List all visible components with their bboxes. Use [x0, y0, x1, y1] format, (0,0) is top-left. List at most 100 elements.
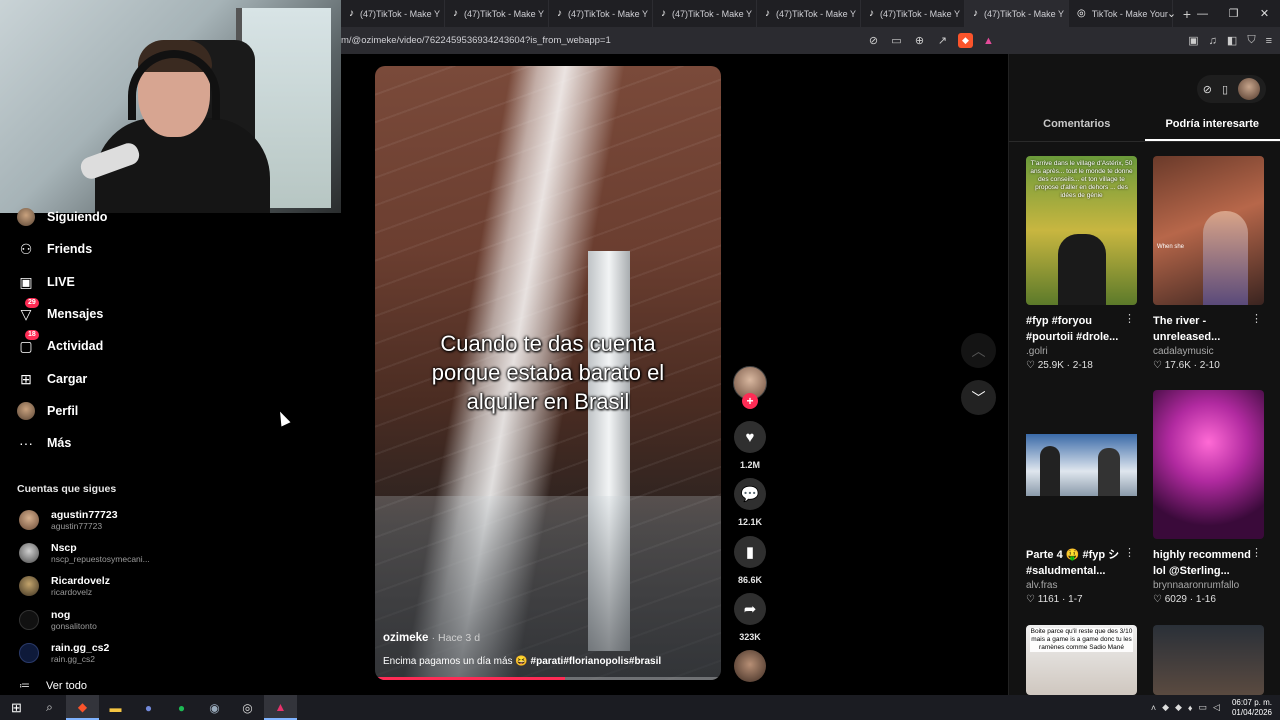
sidebar-icon[interactable]: ▣ — [1188, 34, 1198, 47]
chevron-up-icon[interactable]: ˄ — [1151, 703, 1156, 713]
sidebar-item-messages[interactable]: ▽ 29 Mensajes — [17, 298, 103, 325]
close-icon[interactable]: ✕ — [1249, 0, 1280, 27]
tray-app-icon[interactable]: ◆ — [1175, 702, 1182, 713]
search-icon[interactable]: ⌕ — [33, 695, 66, 720]
video-thumbnail[interactable]: Boite parce qu'il reste que des 3/10 mai… — [1026, 625, 1137, 695]
spotify-icon[interactable]: ● — [165, 695, 198, 720]
sidebar-item-profile[interactable]: Perfil — [17, 400, 78, 422]
clock[interactable]: 06:07 p. m. 01/04/2026 — [1232, 698, 1272, 718]
see-all-link[interactable]: ≔ Ver todo — [19, 679, 87, 693]
video-thumbnail[interactable] — [1026, 390, 1137, 539]
video-thumbnail[interactable] — [1153, 390, 1264, 539]
video-thumbnail[interactable] — [1153, 625, 1264, 695]
right-panel: ⊘ ▯ Comentarios Podría interesarte T'arr… — [1008, 54, 1280, 695]
recommended-video-card[interactable]: T'arrive dans le village d'Astérix, 50 a… — [1026, 156, 1137, 371]
phone-icon[interactable]: ▯ — [1222, 83, 1228, 96]
windows-taskbar: ⊞ ⌕ ◆ ▬ ● ● ◉ ◎ ▲ ˄ ◆ ◆ ♦ ▭ ◁ 06:07 p. m… — [0, 695, 1280, 720]
followed-account[interactable]: rain.gg_cs2 rain.gg_cs2 — [19, 638, 159, 668]
browser-tab[interactable]: ♪ (47)TikTok - Make Y — [549, 0, 653, 27]
tiktok-icon: ♪ — [765, 8, 770, 19]
browser-tab[interactable]: ♪ (47)TikTok - Make Y — [653, 0, 757, 27]
video-thumbnail[interactable]: When she — [1153, 156, 1264, 305]
video-player[interactable]: Cuando te das cuenta porque estaba barat… — [375, 66, 721, 680]
microphone-icon[interactable]: ♦ — [1188, 703, 1193, 713]
follow-button[interactable]: + — [742, 393, 758, 409]
recommended-video-card[interactable]: ⋮ Parte 4 🤑 #fyp シ #saludmental... alv.f… — [1026, 390, 1137, 605]
more-options-icon[interactable]: ⋮ — [1124, 546, 1135, 559]
sound-avatar[interactable] — [734, 650, 766, 682]
chevron-down-icon[interactable]: ⌄ — [1156, 0, 1187, 27]
tab-recommended[interactable]: Podría interesarte — [1144, 112, 1280, 141]
video-progress-fill — [375, 677, 566, 680]
followed-account[interactable]: agustin77723 agustin77723 — [19, 505, 159, 535]
live-icon: ▣ — [19, 273, 33, 290]
app-icon[interactable]: ▲ — [264, 695, 297, 720]
avatar — [19, 643, 39, 663]
sidebar-item-live[interactable]: ▣ LIVE — [17, 271, 74, 293]
screen-icon[interactable]: ▭ — [889, 33, 904, 48]
url-field[interactable]: m/@ozimeke/video/7622459536934243604?is_… — [341, 35, 841, 46]
comment-button[interactable]: 💬 — [734, 478, 766, 510]
recommended-video-card[interactable]: When she ⋮ The river - unreleased... cad… — [1153, 156, 1264, 371]
minimize-icon[interactable]: — — [1187, 0, 1218, 27]
tiktok-icon: ♪ — [973, 8, 978, 19]
more-icon: ··· — [19, 435, 33, 451]
obs-icon[interactable]: ◎ — [231, 695, 264, 720]
panel-icon[interactable]: ◧ — [1227, 34, 1237, 47]
brave-shield-icon[interactable]: ◆ — [958, 33, 973, 48]
browser-tab[interactable]: ♪ (47)TikTok - Make Y — [445, 0, 549, 27]
more-options-icon[interactable]: ⋮ — [1251, 312, 1262, 325]
sidebar-item-following[interactable]: Siguiendo — [17, 206, 107, 228]
brave-browser-icon[interactable]: ◆ — [66, 695, 99, 720]
translate-icon[interactable]: ⊘ — [866, 33, 881, 48]
share-arrow-icon: ➦ — [743, 601, 757, 618]
recommended-video-card[interactable]: Boite parce qu'il reste que des 3/10 mai… — [1026, 625, 1137, 695]
wallet-icon[interactable]: ⛉ — [1247, 34, 1255, 47]
next-video-button[interactable]: ﹀ — [961, 380, 996, 415]
tiktok-icon: ♪ — [557, 8, 562, 19]
followed-account[interactable]: Ricardovelz ricardovelz — [19, 571, 159, 601]
messages-badge: 29 — [25, 298, 39, 308]
video-progress-bar[interactable] — [375, 677, 721, 680]
video-thumbnail[interactable]: T'arrive dans le village d'Astérix, 50 a… — [1026, 156, 1137, 305]
browser-tab[interactable]: ♪ (47)TikTok - Make Y — [861, 0, 965, 27]
like-button[interactable]: ♥ — [734, 421, 766, 453]
windows-start-icon[interactable]: ⊞ — [0, 695, 33, 720]
zoom-icon[interactable]: ⊕ — [912, 33, 927, 48]
more-options-icon[interactable]: ⋮ — [1124, 312, 1135, 325]
brave-rewards-icon[interactable]: ▲ — [981, 33, 996, 48]
tab-comments[interactable]: Comentarios — [1009, 112, 1145, 141]
sidebar-item-upload[interactable]: ⊞ Cargar — [17, 368, 87, 390]
upload-icon: ⊞ — [20, 370, 32, 387]
more-options-icon[interactable]: ⋮ — [1251, 546, 1262, 559]
compass-icon[interactable]: ⊘ — [1203, 83, 1212, 96]
share-button[interactable]: ➦ — [734, 593, 766, 625]
network-icon[interactable]: ▭ — [1199, 702, 1208, 713]
followed-account[interactable]: nog gonsalitonto — [19, 605, 159, 635]
browser-tab[interactable]: ♪ (47)TikTok - Make Y — [757, 0, 861, 27]
previous-video-button[interactable]: ︿ — [961, 333, 996, 368]
sidebar-item-friends[interactable]: ⚇ Friends — [17, 238, 92, 260]
menu-icon[interactable]: ≡ — [1266, 35, 1272, 47]
recommended-video-card[interactable] — [1153, 625, 1264, 695]
browser-tab-active[interactable]: ♪ (47)TikTok - Make Y — [965, 0, 1069, 27]
file-explorer-icon[interactable]: ▬ — [99, 695, 132, 720]
share-icon[interactable]: ↗ — [935, 33, 950, 48]
recommended-video-card[interactable]: ⋮ highly recommend lol @Sterling... bryn… — [1153, 390, 1264, 605]
media-icon[interactable]: ♫ — [1209, 35, 1217, 47]
steam-icon[interactable]: ◉ — [198, 695, 231, 720]
avatar — [19, 576, 39, 596]
volume-icon[interactable]: ◁ — [1213, 702, 1220, 713]
browser-tab[interactable]: ♪ (47)TikTok - Make Y — [341, 0, 445, 27]
video-author[interactable]: ozimeke · Hace 3 d — [383, 632, 480, 644]
maximize-icon[interactable]: ❐ — [1218, 0, 1249, 27]
sidebar-item-activity[interactable]: ▢ 18 Actividad — [17, 330, 103, 357]
messages-icon: ▽ 29 — [17, 298, 39, 323]
left-sidebar: Siguiendo ⚇ Friends ▣ LIVE ▽ 29 Mensajes … — [0, 208, 160, 695]
tray-app-icon[interactable]: ◆ — [1162, 702, 1169, 713]
sidebar-item-more[interactable]: ··· Más — [17, 432, 71, 454]
followed-account[interactable]: Nscp nscp_repuestosymecani... — [19, 538, 159, 568]
user-avatar[interactable] — [1238, 78, 1260, 100]
save-button[interactable]: ▮ — [734, 536, 766, 568]
discord-icon[interactable]: ● — [132, 695, 165, 720]
